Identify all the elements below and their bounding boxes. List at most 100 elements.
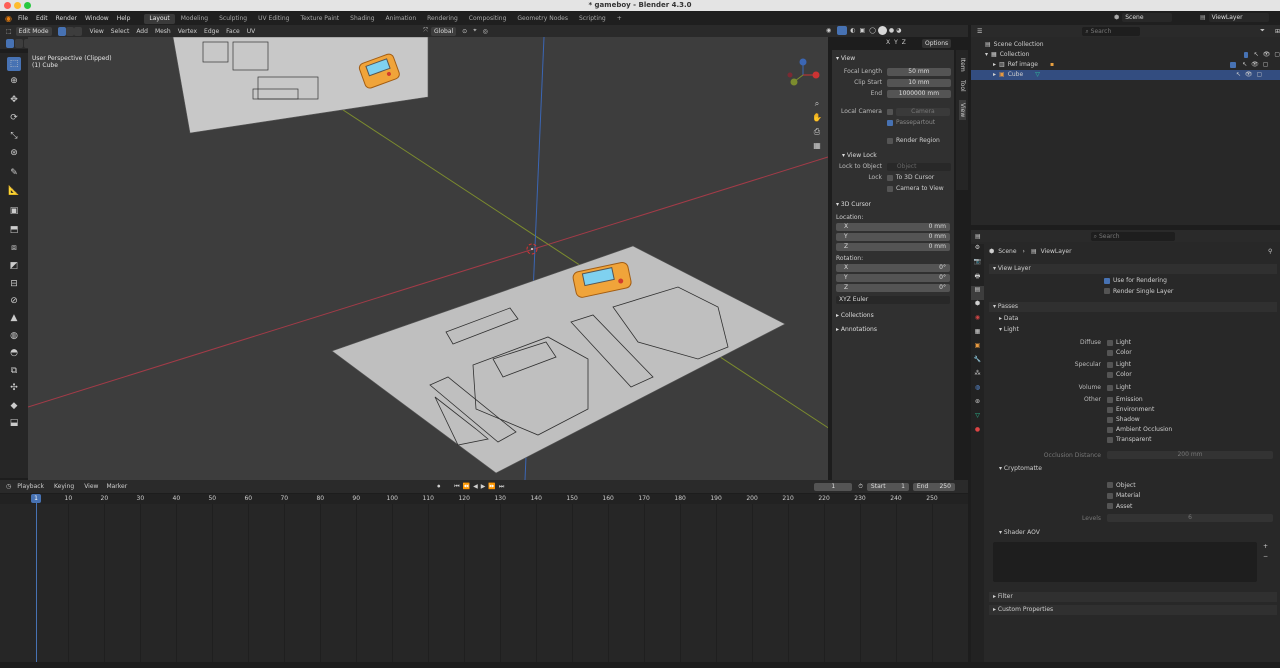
move-tool-icon[interactable]: ✥: [7, 93, 21, 107]
collection-tab-icon[interactable]: ▦: [971, 328, 984, 342]
viewlayer-selector[interactable]: ▤ ViewLayer: [1200, 13, 1269, 22]
properties-search[interactable]: ⌕ Search: [1090, 231, 1175, 241]
extrude-tool-icon[interactable]: ⬒: [7, 223, 21, 237]
to-3d-cursor-checkbox[interactable]: [886, 174, 893, 181]
timeline-view-menu[interactable]: View: [84, 483, 98, 490]
object-tab-icon[interactable]: ▣: [971, 342, 984, 356]
menu-edit[interactable]: Edit: [36, 15, 48, 22]
annotations-header[interactable]: ▸ Annotations: [832, 324, 954, 335]
poly-build-tool-icon[interactable]: ▲: [7, 311, 21, 325]
cube-select-icon[interactable]: ↖: [1236, 70, 1241, 80]
tab-layout[interactable]: Layout: [144, 13, 175, 24]
pan-hand-icon[interactable]: ✋: [810, 113, 824, 127]
light-subpanel-header[interactable]: ▾ Light: [989, 325, 1277, 336]
ref-image-visible-checkbox[interactable]: [1230, 62, 1237, 68]
keying-menu[interactable]: Keying: [54, 483, 74, 490]
tab-compositing[interactable]: Compositing: [464, 14, 512, 24]
local-camera-checkbox[interactable]: [886, 108, 893, 115]
view-layer-tab-icon[interactable]: ▤: [971, 286, 984, 300]
crypto-object-checkbox[interactable]: [1107, 482, 1113, 488]
cube-render-icon[interactable]: ▢: [1256, 70, 1262, 80]
collection-render-icon[interactable]: ▢: [1274, 50, 1280, 60]
tab-animation[interactable]: Animation: [381, 14, 422, 24]
tab-tool[interactable]: Tool: [959, 80, 966, 92]
clip-start-field[interactable]: 10 mm: [886, 79, 951, 87]
bevel-tool-icon[interactable]: ◩: [7, 259, 21, 273]
diffuse-color-checkbox[interactable]: [1107, 349, 1113, 356]
passes-panel-header[interactable]: ▾ Passes: [989, 302, 1277, 312]
environment-checkbox[interactable]: [1107, 406, 1113, 413]
use-for-rendering-checkbox[interactable]: [1104, 277, 1110, 284]
viewport-scene[interactable]: [28, 37, 828, 480]
current-frame-field[interactable]: 1: [814, 482, 853, 491]
pin-icon[interactable]: ⚲: [1268, 248, 1272, 255]
menu-view[interactable]: View: [90, 28, 104, 35]
xray-toggle-icon[interactable]: ▣: [860, 27, 866, 34]
render-region-checkbox[interactable]: [887, 137, 893, 144]
menu-help[interactable]: Help: [117, 15, 131, 22]
world-tab-icon[interactable]: ◉: [971, 314, 984, 328]
spin-tool-icon[interactable]: ◍: [7, 329, 21, 343]
render-single-layer-checkbox[interactable]: [1104, 288, 1110, 294]
cursor-rx-field[interactable]: X 0°: [836, 264, 950, 272]
specular-light-checkbox[interactable]: [1107, 361, 1113, 368]
play-reverse-icon[interactable]: ◀: [473, 483, 478, 490]
modifier-tab-icon[interactable]: 🔧: [971, 356, 984, 370]
shading-solid-icon[interactable]: [877, 26, 887, 35]
3d-cursor-header[interactable]: ▾ 3D Cursor: [832, 199, 954, 210]
loop-cut-tool-icon[interactable]: ⊟: [7, 277, 21, 291]
rotation-mode-dropdown[interactable]: XYZ Euler: [836, 296, 950, 304]
outliner-row-scene-collection[interactable]: ▤ Scene Collection: [971, 40, 1280, 50]
tab-uv-editing[interactable]: UV Editing: [253, 14, 294, 24]
camera-view-icon[interactable]: ⎙: [810, 127, 824, 141]
passepartout-checkbox[interactable]: [887, 119, 893, 126]
cube-expand-icon[interactable]: ▸: [993, 70, 996, 80]
menu-select[interactable]: Select: [111, 28, 130, 35]
shading-wireframe-icon[interactable]: ◯: [869, 27, 876, 34]
playhead[interactable]: [36, 494, 37, 662]
lock-to-object-field[interactable]: Object: [886, 163, 951, 171]
viewlayer-field[interactable]: ViewLayer: [1208, 13, 1269, 22]
face-select-button[interactable]: [73, 26, 82, 36]
mirror-y-button[interactable]: Y: [894, 39, 898, 46]
options-dropdown[interactable]: Options: [922, 39, 952, 48]
view-layer-panel-header[interactable]: ▾ View Layer: [989, 264, 1277, 274]
edge-slide-tool-icon[interactable]: ⧉: [7, 364, 21, 378]
timeline-tracks[interactable]: [0, 504, 968, 662]
occlusion-distance-field[interactable]: 200 mm: [1107, 451, 1273, 459]
scale-tool-icon[interactable]: ⤡: [7, 129, 21, 143]
add-aov-button[interactable]: +: [1263, 542, 1268, 553]
new-collection-icon[interactable]: ⊞: [1275, 28, 1280, 35]
cursor-rz-field[interactable]: Z 0°: [836, 284, 950, 292]
menu-add[interactable]: Add: [136, 28, 148, 35]
mode-dropdown[interactable]: Edit Mode: [15, 26, 52, 36]
knife-tool-icon[interactable]: ⊘: [7, 294, 21, 308]
render-tab-icon[interactable]: 📷: [971, 258, 984, 272]
smooth-tool-icon[interactable]: ◓: [7, 346, 21, 360]
cryptomatte-subpanel-header[interactable]: ▾ Cryptomatte: [989, 464, 1277, 475]
transparent-checkbox[interactable]: [1107, 436, 1113, 443]
ref-image-visibility-icon[interactable]: 👁: [1251, 60, 1259, 70]
volume-light-checkbox[interactable]: [1107, 384, 1113, 391]
menu-uv[interactable]: UV: [247, 28, 256, 35]
edge-select-button[interactable]: [65, 26, 74, 36]
vertex-select-button[interactable]: [57, 26, 66, 36]
cube-visibility-icon[interactable]: 👁: [1245, 70, 1253, 80]
data-tab-icon[interactable]: ▽: [971, 412, 984, 426]
annotate-tool-icon[interactable]: ✎: [7, 166, 21, 180]
output-tab-icon[interactable]: 🖶: [971, 272, 984, 286]
view-object-types-icon[interactable]: ◉: [826, 27, 831, 34]
custom-properties-panel-header[interactable]: ▸ Custom Properties: [989, 604, 1277, 615]
data-subpanel-header[interactable]: ▸ Data: [989, 314, 1277, 325]
transform-tool-icon[interactable]: ⊛: [7, 146, 21, 160]
outliner-search[interactable]: ⌕ Search: [1082, 26, 1141, 36]
collection-select-icon[interactable]: ↖: [1254, 50, 1259, 60]
menu-file[interactable]: File: [18, 15, 28, 22]
menu-edge[interactable]: Edge: [204, 28, 219, 35]
play-icon[interactable]: ▶: [481, 483, 486, 490]
mirror-z-button[interactable]: Z: [902, 39, 906, 46]
shading-rendered-icon[interactable]: ◕: [896, 27, 901, 34]
select-tool-icon[interactable]: ⬚: [7, 57, 21, 71]
diffuse-light-checkbox[interactable]: [1107, 339, 1113, 346]
local-camera-field[interactable]: Camera: [895, 108, 950, 116]
